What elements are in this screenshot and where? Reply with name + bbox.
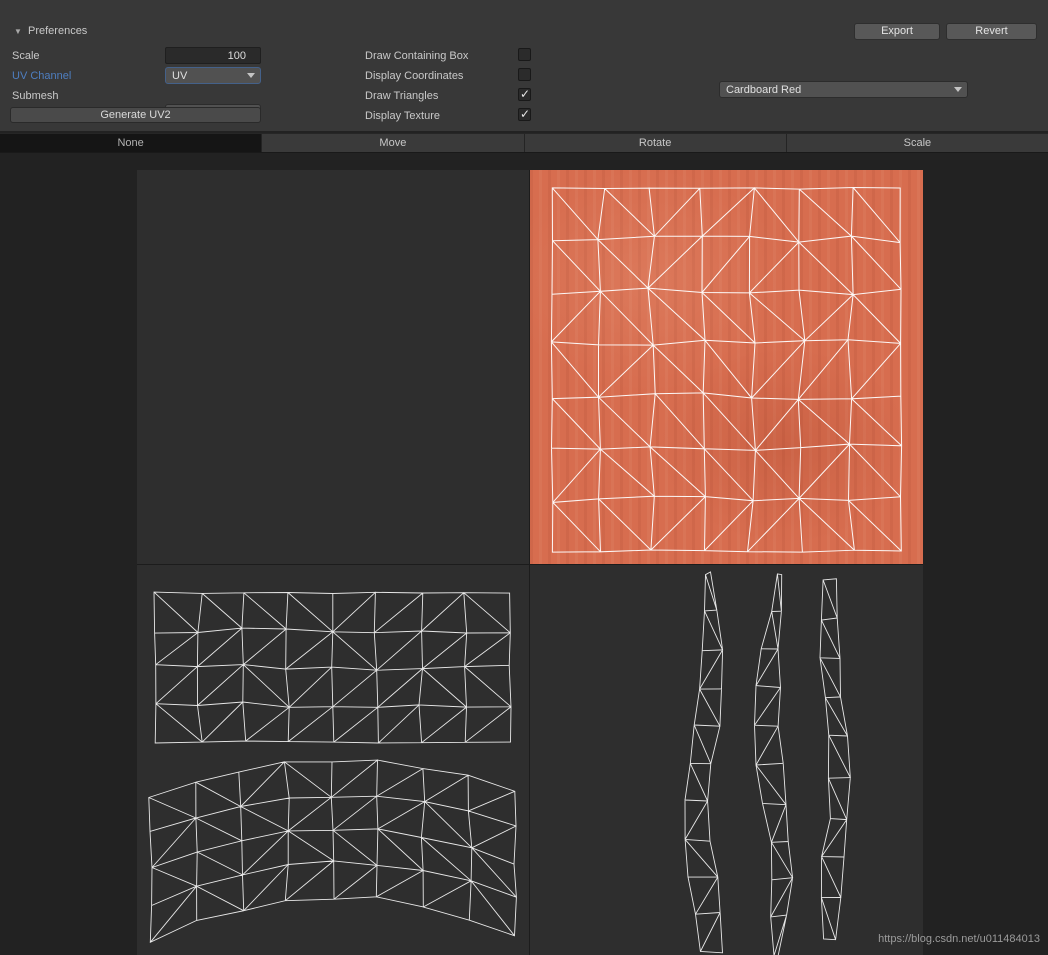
quad-bottom-right[interactable]: [530, 565, 923, 955]
option-checkbox[interactable]: [518, 48, 531, 61]
quad-texture-preview[interactable]: [530, 170, 923, 564]
option-row: Display Coordinates: [365, 68, 565, 88]
option-label: Display Texture: [365, 110, 440, 122]
material-value: Cardboard Red: [726, 83, 802, 96]
option-checkbox[interactable]: ✓: [518, 107, 531, 121]
tool-rotate[interactable]: Rotate: [524, 134, 787, 152]
uv-viewport[interactable]: [137, 170, 923, 955]
revert-button[interactable]: Revert: [946, 23, 1037, 40]
tool-toolbar: None Move Rotate Scale: [0, 133, 1048, 153]
generate-uv2-button[interactable]: Generate UV2: [10, 107, 261, 123]
option-row: Draw Containing Box: [365, 48, 565, 68]
checkmark-icon: ✓: [520, 107, 531, 121]
submesh-label: Submesh: [12, 90, 59, 102]
option-checkbox[interactable]: ✓: [518, 87, 531, 101]
option-checkbox[interactable]: [518, 68, 531, 81]
export-button[interactable]: Export: [854, 23, 940, 40]
quad-bottom-left[interactable]: [137, 565, 529, 955]
uv-channel-label: UV Channel: [12, 70, 72, 82]
tool-move[interactable]: Move: [262, 134, 525, 152]
chevron-down-icon: [247, 73, 255, 78]
tool-scale[interactable]: Scale: [786, 134, 1048, 152]
tool-none[interactable]: None: [0, 134, 263, 152]
scale-input[interactable]: [165, 47, 261, 64]
preferences-panel: ▼ Preferences Export Revert Scale UV Cha…: [0, 0, 1048, 131]
option-row: Display Texture ✓: [365, 107, 565, 128]
quad-top-left[interactable]: [137, 170, 529, 564]
checkmark-icon: ✓: [520, 87, 531, 101]
uv-channel-dropdown[interactable]: UV: [165, 67, 261, 84]
foldout-arrow-icon[interactable]: ▼: [14, 27, 22, 36]
option-label: Display Coordinates: [365, 70, 464, 82]
scale-label: Scale: [12, 50, 40, 62]
option-label: Draw Containing Box: [365, 50, 469, 62]
uv-channel-value: UV: [172, 69, 188, 82]
option-label: Draw Triangles: [365, 90, 439, 102]
chevron-down-icon: [954, 87, 962, 92]
watermark: https://blog.csdn.net/u011484013: [878, 933, 1040, 945]
options-list: Draw Containing Box Display Coordinates Dr…: [365, 48, 565, 128]
option-row: Draw Triangles ✓: [365, 87, 565, 108]
preferences-title: Preferences: [28, 25, 88, 37]
material-dropdown[interactable]: Cardboard Red: [719, 81, 968, 98]
